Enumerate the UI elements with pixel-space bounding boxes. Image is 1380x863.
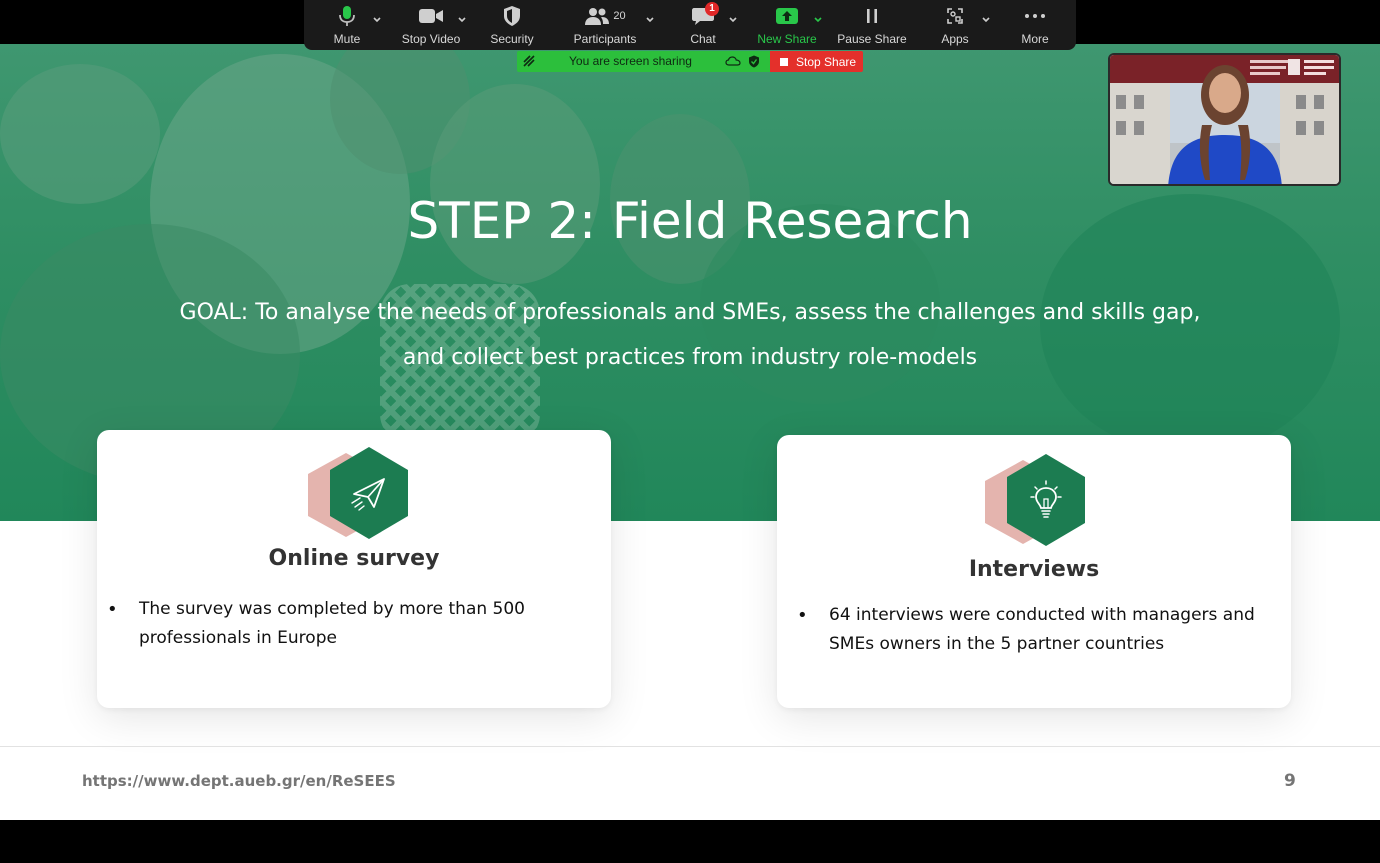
screen-sharing-indicator[interactable]: You are screen sharing <box>517 51 770 72</box>
apps-label: Apps <box>941 32 969 46</box>
bullet-line-2: SMEs owners in the 5 partner countries <box>829 634 1165 654</box>
share-screen-icon <box>775 0 799 32</box>
apps-options-chevron-icon[interactable] <box>981 10 991 23</box>
participants-options-chevron-icon[interactable] <box>645 10 655 23</box>
slide-title: STEP 2: Field Research <box>407 192 973 250</box>
slide-goal: GOAL: To analyse the needs of profession… <box>140 290 1240 380</box>
lightbulb-icon <box>985 454 1095 546</box>
card-heading: Online survey <box>268 546 440 571</box>
shield-icon <box>502 0 522 32</box>
participants-button[interactable]: 20 Participants <box>571 0 639 50</box>
screen-sharing-status: You are screen sharing <box>569 54 692 68</box>
slide-page-number: 9 <box>1284 771 1296 791</box>
goal-line-2: and collect best practices from industry… <box>402 345 978 370</box>
cloud-icon <box>725 56 741 66</box>
slide-footer-url: https://www.dept.aueb.gr/en/ReSEES <box>82 772 396 790</box>
drag-handle-icon[interactable] <box>522 54 536 68</box>
video-options-chevron-icon[interactable] <box>457 10 467 23</box>
microphone-icon <box>338 0 356 32</box>
chat-options-chevron-icon[interactable] <box>728 10 738 23</box>
apps-icon <box>945 0 965 32</box>
mute-button[interactable]: Mute <box>329 0 365 50</box>
bullet-line-2: professionals in Europe <box>139 628 337 648</box>
security-shield-icon <box>749 55 759 68</box>
meeting-toolbar: Mute Stop Video Security 20 Participants… <box>304 0 1076 50</box>
participants-count: 20 <box>613 10 626 22</box>
stop-share-label: Stop Share <box>796 54 857 69</box>
chat-label: Chat <box>690 32 716 46</box>
stop-icon <box>780 57 788 66</box>
card-online-survey: Online survey • The survey was completed… <box>97 430 611 708</box>
slide-divider <box>0 746 1380 747</box>
participants-icon: 20 <box>584 0 626 32</box>
chat-bubble-icon: 1 <box>691 0 719 32</box>
pause-share-label: Pause Share <box>837 32 907 46</box>
share-options-chevron-icon[interactable] <box>813 10 823 23</box>
card-bullet: • The survey was completed by more than … <box>107 595 577 653</box>
card-bullet: • 64 interviews were conducted with mana… <box>797 601 1267 659</box>
participants-label: Participants <box>573 32 637 46</box>
security-button[interactable]: Security <box>487 0 537 50</box>
apps-button[interactable]: Apps <box>938 0 972 50</box>
security-label: Security <box>490 32 534 46</box>
new-share-button[interactable]: New Share <box>756 0 818 50</box>
card-interviews: Interviews • 64 interviews were conducte… <box>777 435 1291 708</box>
bullet-line-1: 64 interviews were conducted with manage… <box>829 605 1255 625</box>
new-share-label: New Share <box>757 32 817 46</box>
chat-unread-badge: 1 <box>705 2 719 16</box>
goal-line-1: GOAL: To analyse the needs of profession… <box>179 300 1201 325</box>
stop-video-label: Stop Video <box>401 32 461 46</box>
more-label: More <box>1021 32 1049 46</box>
bullet-line-1: The survey was completed by more than 50… <box>139 599 525 619</box>
chat-button[interactable]: 1 Chat <box>685 0 721 50</box>
mute-options-chevron-icon[interactable] <box>372 10 382 23</box>
card-heading: Interviews <box>968 557 1100 582</box>
paper-plane-icon <box>308 447 418 539</box>
pause-icon <box>864 0 880 32</box>
video-camera-icon <box>418 0 444 32</box>
ellipsis-icon <box>1024 0 1046 32</box>
stop-share-button[interactable]: Stop Share <box>770 51 863 72</box>
participant-video-thumbnail[interactable] <box>1108 53 1341 186</box>
mute-label: Mute <box>333 32 361 46</box>
stop-video-button[interactable]: Stop Video <box>400 0 462 50</box>
more-button[interactable]: More <box>1018 0 1052 50</box>
pause-share-button[interactable]: Pause Share <box>837 0 907 50</box>
